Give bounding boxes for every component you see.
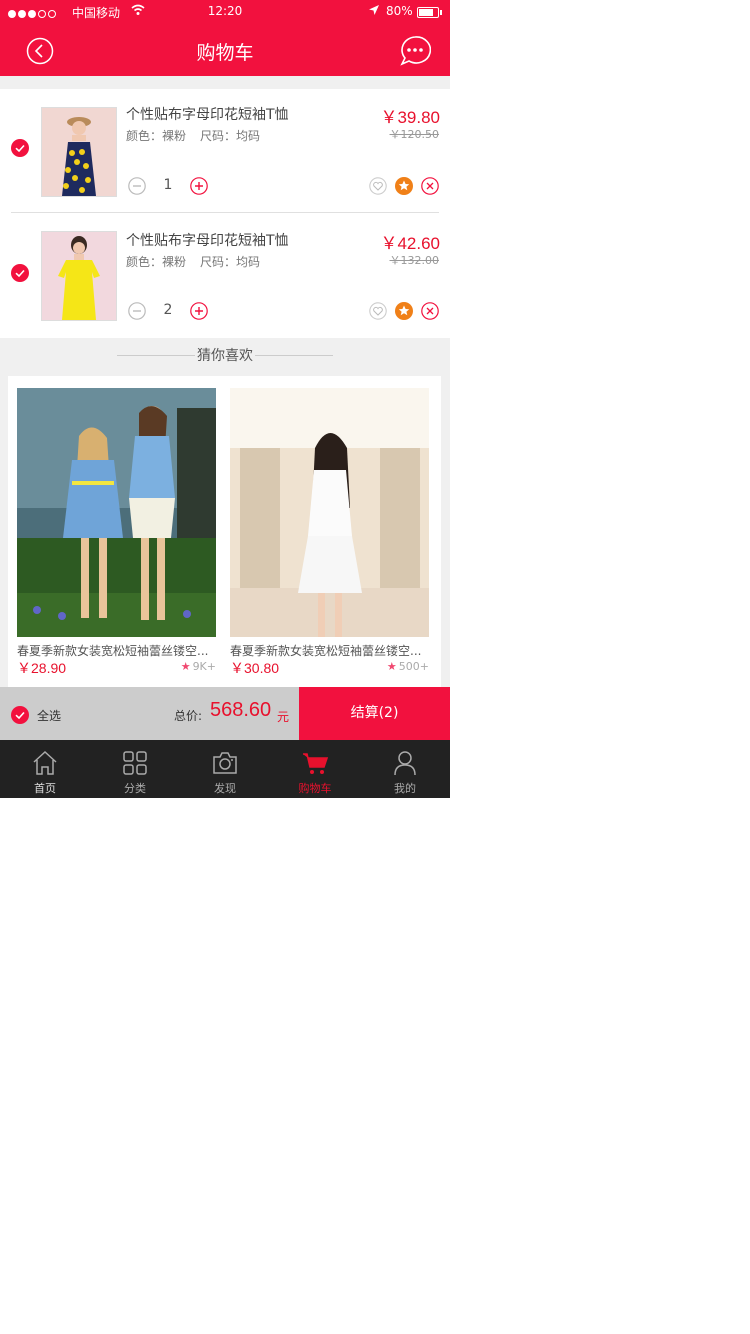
increase-quantity-button[interactable] [190, 302, 208, 320]
status-bar: 中国移动 12:20 80% [0, 0, 450, 24]
tab-bar: 首页 分类 发现 购物车 我的 [0, 740, 450, 798]
star-icon: ★ [180, 660, 191, 673]
product-size: 尺码：均码 [200, 255, 261, 269]
recommend-price: ￥30.80 [230, 660, 280, 676]
header-line-left [117, 355, 195, 356]
product-original-price: ￥120.50 [389, 128, 440, 141]
total-unit: 元 [277, 710, 290, 724]
recommend-photo[interactable] [230, 388, 429, 637]
recommend-sales: ★ 9K+ [180, 660, 216, 673]
tab-label: 发现 [214, 782, 236, 795]
home-icon [33, 750, 57, 775]
collect-star-icon[interactable] [395, 177, 413, 195]
checkout-button[interactable]: 结算(2) [299, 687, 450, 740]
cart-item: 个性贴布字母印花短袖T恤 颜色：裸粉 尺码：均码 ￥42.60 ￥132.00 2 [0, 214, 450, 338]
collect-star-icon[interactable] [395, 302, 413, 320]
product-thumbnail[interactable] [41, 231, 117, 321]
category-icon [123, 751, 147, 775]
recommend-title: 猜你喜欢 [197, 348, 253, 364]
decrease-quantity-button[interactable] [128, 302, 146, 320]
delete-icon[interactable] [421, 177, 439, 195]
product-spec: 颜色：裸粉 尺码：均码 [126, 253, 274, 270]
app-screen: 中国移动 12:20 80% 购物车 个性贴布字母印花短袖T恤 颜色：裸粉 尺码… [0, 0, 450, 798]
delete-icon[interactable] [421, 302, 439, 320]
recommend-photo[interactable] [17, 388, 216, 637]
cart-item: 个性贴布字母印花短袖T恤 颜色：裸粉 尺码：均码 ￥39.80 ￥120.50 1 [0, 89, 450, 213]
item-divider [11, 212, 439, 213]
battery-icon [417, 7, 442, 18]
increase-quantity-button[interactable] [190, 177, 208, 195]
recommend-sales: ★ 500+ [386, 660, 429, 673]
recommend-name[interactable]: 春夏季新款女装宽松短袖蕾丝镂空... [230, 642, 429, 659]
page-title: 购物车 [196, 42, 254, 64]
recommend-price: ￥28.90 [17, 660, 67, 676]
message-button[interactable] [399, 35, 431, 67]
select-all-label[interactable]: 全选 [37, 707, 61, 724]
recommend-card[interactable]: 春夏季新款女装宽松短袖蕾丝镂空... ￥28.90 ★ 9K+ [17, 388, 216, 676]
status-time: 12:20 [207, 4, 243, 18]
product-spec: 颜色：裸粉 尺码：均码 [126, 127, 274, 144]
product-name[interactable]: 个性贴布字母印花短袖T恤 [126, 230, 289, 250]
location-arrow-icon [368, 4, 380, 19]
star-icon: ★ [386, 660, 397, 673]
product-color: 颜色：裸粉 [126, 255, 187, 269]
tab-label: 首页 [34, 782, 56, 795]
tab-category[interactable]: 分类 [90, 740, 180, 798]
favorite-heart-icon[interactable] [369, 177, 387, 195]
tab-discover[interactable]: 发现 [180, 740, 270, 798]
header-line-right [255, 355, 333, 356]
product-thumbnail[interactable] [41, 107, 117, 197]
select-all-checkbox[interactable] [11, 706, 29, 724]
total-amount: 568.60 [210, 699, 272, 721]
recommend-name[interactable]: 春夏季新款女装宽松短袖蕾丝镂空... [17, 642, 216, 659]
favorite-heart-icon[interactable] [369, 302, 387, 320]
camera-icon [213, 752, 237, 774]
product-price: ￥39.80 [380, 108, 440, 127]
decrease-quantity-button[interactable] [128, 177, 146, 195]
item-checkbox[interactable] [11, 264, 29, 282]
tab-home[interactable]: 首页 [0, 740, 90, 798]
user-icon [394, 751, 416, 776]
product-color: 颜色：裸粉 [126, 129, 187, 143]
product-original-price: ￥132.00 [389, 254, 440, 267]
product-name[interactable]: 个性贴布字母印花短袖T恤 [126, 104, 289, 124]
product-size: 尺码：均码 [200, 129, 261, 143]
quantity-value: 2 [163, 302, 173, 318]
tab-label: 分类 [124, 782, 146, 795]
tab-mine[interactable]: 我的 [360, 740, 450, 798]
app-header: 中国移动 12:20 80% 购物车 [0, 0, 450, 76]
quantity-value: 1 [163, 177, 173, 193]
tab-label: 我的 [394, 782, 416, 795]
checkout-bar: 全选 总价: 568.60 元 结算(2) [0, 687, 450, 740]
battery-percent: 80% [386, 4, 413, 18]
tab-label: 购物车 [298, 782, 332, 795]
product-price: ￥42.60 [380, 234, 440, 253]
recommend-header: 猜你喜欢 [0, 345, 450, 367]
item-checkbox[interactable] [11, 139, 29, 157]
cart-list: 个性贴布字母印花短袖T恤 颜色：裸粉 尺码：均码 ￥39.80 ￥120.50 1 [0, 89, 450, 338]
total-label: 总价: [174, 709, 203, 723]
tab-cart[interactable]: 购物车 [270, 740, 360, 798]
recommend-card[interactable]: 春夏季新款女装宽松短袖蕾丝镂空... ￥30.80 ★ 500+ [230, 388, 429, 676]
cart-icon [303, 753, 329, 774]
recommend-panel: 春夏季新款女装宽松短袖蕾丝镂空... ￥28.90 ★ 9K+ 春夏季新款女装宽… [8, 376, 441, 688]
